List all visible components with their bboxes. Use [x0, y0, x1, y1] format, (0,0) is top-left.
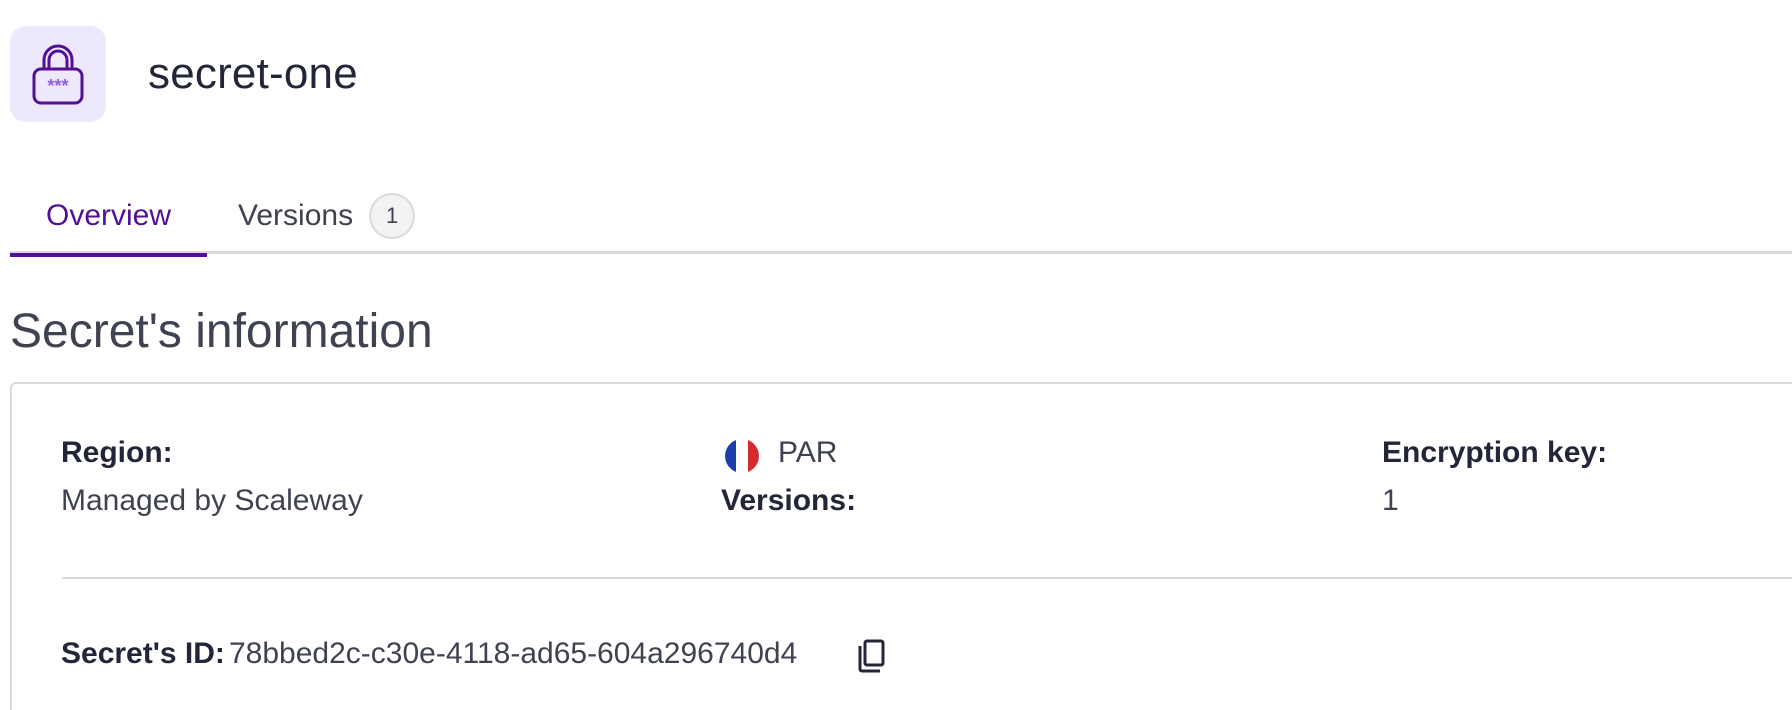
secret-info-card: Region: PAR Encryption key: Managed by S…	[10, 382, 1792, 710]
region-label: Region:	[61, 436, 173, 469]
tab-overview-label: Overview	[45, 199, 172, 232]
tab-versions[interactable]: Versions 1	[238, 178, 416, 254]
page-title: secret-one	[148, 49, 358, 98]
lock-icon: ***	[32, 44, 84, 105]
encryption-key-value: Managed by Scaleway	[61, 484, 363, 517]
page-header: *** secret-one	[10, 26, 358, 122]
svg-text:***: ***	[47, 76, 68, 96]
fr-flag-icon	[725, 439, 759, 473]
encryption-key-label: Encryption key:	[1382, 436, 1608, 469]
tab-overview[interactable]: Overview	[10, 178, 207, 257]
card-divider	[62, 577, 1792, 579]
copy-icon	[858, 639, 885, 673]
secret-id-label: Secret's ID:	[61, 637, 225, 670]
tab-bar: Overview Versions 1	[10, 178, 1792, 257]
versions-label: Versions:	[721, 484, 857, 517]
region-value: PAR	[778, 436, 838, 469]
secret-avatar: ***	[10, 26, 106, 122]
versions-count-badge: 1	[369, 193, 416, 239]
secret-id-value: 78bbed2c-c30e-4118-ad65-604a296740d4	[229, 637, 798, 670]
section-title: Secret's information	[10, 305, 433, 358]
tab-versions-label: Versions	[238, 199, 354, 232]
copy-secret-id-button[interactable]	[854, 638, 886, 674]
versions-value: 1	[1382, 484, 1399, 517]
